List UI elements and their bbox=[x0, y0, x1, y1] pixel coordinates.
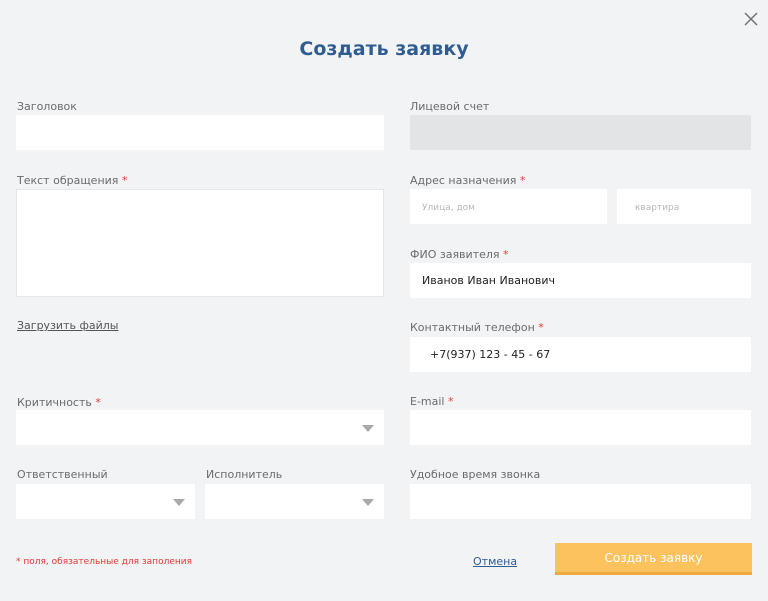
phone-label: Контактный телефон * bbox=[410, 321, 544, 334]
submit-request-button[interactable]: Создать заявку bbox=[555, 543, 752, 575]
request-text-textarea[interactable] bbox=[16, 189, 384, 297]
apartment-input[interactable] bbox=[617, 189, 751, 224]
street-input[interactable] bbox=[410, 189, 607, 224]
email-label: E-mail * bbox=[410, 395, 454, 408]
call-time-label: Удобное время звонка bbox=[410, 468, 541, 481]
phone-input[interactable] bbox=[410, 337, 751, 372]
create-request-modal: Создать заявку Заголовок Текст обращения… bbox=[0, 0, 768, 601]
email-input[interactable] bbox=[410, 410, 751, 445]
account-label: Лицевой счет bbox=[410, 100, 490, 113]
upload-files-link[interactable]: Загрузить файлы bbox=[17, 319, 118, 332]
subject-input[interactable] bbox=[16, 115, 384, 150]
criticality-select[interactable] bbox=[16, 410, 384, 445]
subject-label: Заголовок bbox=[17, 100, 77, 113]
fio-input[interactable] bbox=[410, 263, 751, 298]
executor-label: Исполнитель bbox=[206, 468, 283, 481]
account-input bbox=[410, 115, 751, 150]
call-time-input[interactable] bbox=[410, 484, 751, 519]
required-fields-note: * поля, обязательные для заполения bbox=[16, 557, 193, 567]
responsible-select[interactable] bbox=[16, 484, 195, 519]
cancel-link[interactable]: Отмена bbox=[473, 555, 517, 568]
criticality-label: Критичность * bbox=[17, 396, 101, 409]
chevron-down-icon bbox=[173, 498, 185, 506]
close-icon[interactable] bbox=[742, 10, 760, 28]
chevron-down-icon bbox=[362, 424, 374, 432]
request-text-label: Текст обращения * bbox=[17, 174, 128, 187]
fio-label: ФИО заявителя * bbox=[410, 248, 509, 261]
address-label: Адрес назначения * bbox=[410, 174, 526, 187]
chevron-down-icon bbox=[362, 498, 374, 506]
responsible-label: Ответственный bbox=[17, 468, 108, 481]
modal-title: Создать заявку bbox=[299, 38, 469, 60]
executor-select[interactable] bbox=[205, 484, 384, 519]
